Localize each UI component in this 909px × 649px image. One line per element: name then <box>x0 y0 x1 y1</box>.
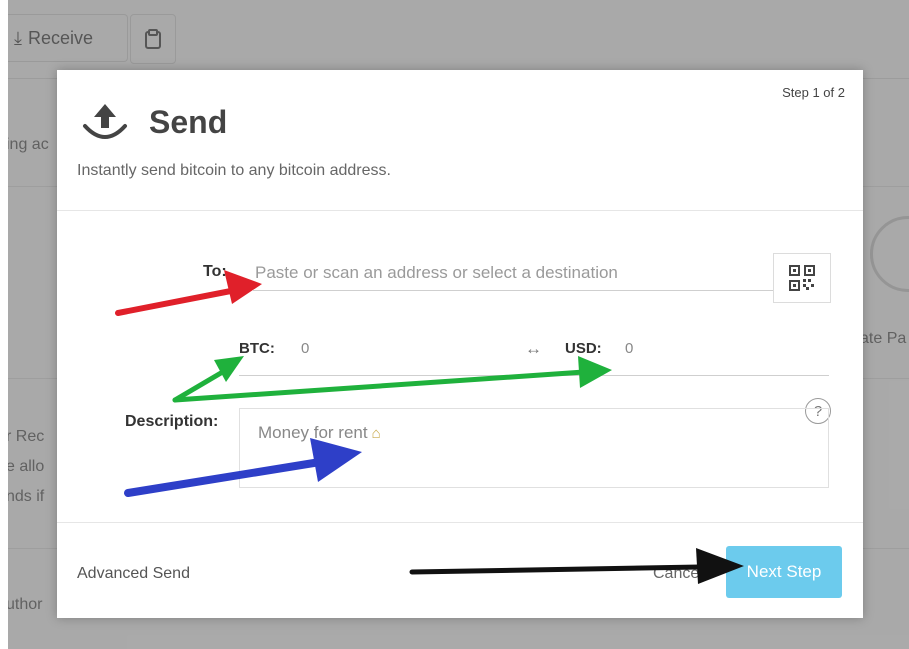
advanced-send-link[interactable]: Advanced Send <box>77 565 190 583</box>
dialog-title: Send <box>149 104 228 140</box>
next-step-button[interactable]: Next Step <box>726 546 842 598</box>
to-label: To: <box>203 263 227 280</box>
description-label: Description: <box>125 413 219 430</box>
house-icon: ⌂ <box>371 425 381 442</box>
description-input[interactable]: Money for rent ⌂ <box>239 408 829 488</box>
amount-row: BTC: ↔ USD: <box>239 331 829 376</box>
step-indicator: Step 1 of 2 <box>782 85 845 100</box>
send-upload-icon <box>83 104 127 139</box>
footer-divider <box>57 522 863 523</box>
btc-amount-input[interactable] <box>301 335 461 361</box>
swap-currency-icon[interactable]: ↔ <box>525 339 542 359</box>
send-dialog: Step 1 of 2 Send Instantly send bitcoin … <box>57 70 863 618</box>
to-address-input[interactable] <box>253 256 777 291</box>
usd-amount-input[interactable] <box>625 335 785 361</box>
cancel-button[interactable]: Cancel <box>653 565 703 583</box>
qr-code-icon <box>789 265 815 291</box>
scan-qr-button[interactable] <box>773 253 831 303</box>
usd-label: USD: <box>565 340 602 357</box>
description-text: Money for rent <box>258 423 368 442</box>
dialog-subtitle: Instantly send bitcoin to any bitcoin ad… <box>77 162 391 179</box>
header-divider <box>57 210 863 211</box>
btc-label: BTC: <box>239 340 275 357</box>
